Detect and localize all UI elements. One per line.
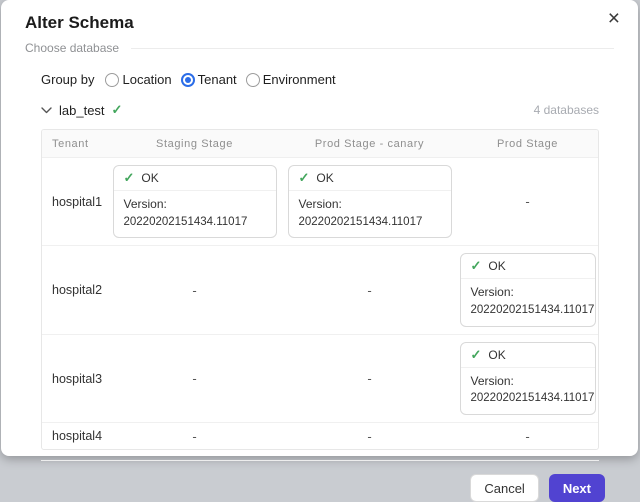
status-label: OK [141, 171, 158, 185]
staging-cell: - [107, 371, 282, 386]
table-row: hospital4 - - - [42, 423, 598, 449]
status-card-body: Version: 20220202151434.11017 [114, 191, 276, 237]
database-group-name: lab_test [59, 103, 105, 118]
check-icon: ✓ [471, 258, 482, 274]
version-value: 20220202151434.11017 [471, 390, 587, 408]
column-header-staging: Staging Stage [107, 138, 282, 150]
group-by-row: Group by Location Tenant Environment [41, 72, 599, 87]
table-row: hospital3 - - ✓ OK Version: 202202021514… [42, 335, 598, 423]
version-label: Version: [471, 372, 587, 391]
modal-subtitle: Choose database [25, 41, 119, 55]
database-count: 4 databases [534, 103, 599, 117]
canary-cell: - [282, 283, 457, 298]
version-value: 20220202151434.11017 [299, 214, 443, 232]
staging-cell: - [107, 429, 282, 444]
staging-cell: ✓ OK Version: 20220202151434.11017 [107, 165, 282, 238]
column-header-canary: Prod Stage - canary [282, 138, 457, 150]
table-header: Tenant Staging Stage Prod Stage - canary… [42, 130, 598, 158]
radio-option-location[interactable]: Location [105, 72, 171, 87]
table-row: hospital2 - - ✓ OK Version: 202202021514… [42, 246, 598, 334]
alter-schema-modal: Alter Schema Choose database × Group by … [1, 0, 638, 456]
close-icon[interactable]: × [608, 8, 620, 29]
check-icon: ✓ [471, 347, 482, 363]
version-label: Version: [124, 195, 268, 214]
status-card-header: ✓ OK [114, 166, 276, 191]
tenant-name: hospital4 [42, 429, 107, 443]
tenant-name: hospital2 [42, 283, 107, 297]
version-value: 20220202151434.11017 [124, 214, 268, 232]
database-group-row: lab_test ✓ 4 databases [41, 102, 599, 118]
check-icon: ✓ [124, 170, 135, 186]
status-card[interactable]: ✓ OK Version: 20220202151434.11017 [460, 253, 596, 326]
radio-icon-environment[interactable] [246, 73, 260, 87]
column-header-tenant: Tenant [42, 138, 107, 150]
modal-content: Group by Location Tenant Environment lab… [1, 72, 638, 461]
chevron-down-icon[interactable] [41, 107, 52, 114]
column-header-prod: Prod Stage [457, 138, 598, 150]
status-card[interactable]: ✓ OK Version: 20220202151434.11017 [113, 165, 277, 238]
version-label: Version: [299, 195, 443, 214]
prod-cell: - [457, 194, 598, 209]
modal-header: Alter Schema Choose database × [1, 0, 638, 55]
database-table: Tenant Staging Stage Prod Stage - canary… [41, 129, 599, 450]
status-card-header: ✓ OK [289, 166, 451, 191]
radio-option-tenant[interactable]: Tenant [181, 72, 237, 87]
page-title: Alter Schema [25, 13, 614, 33]
status-card-body: Version: 20220202151434.11017 [461, 368, 595, 414]
version-value: 20220202151434.11017 [471, 302, 587, 320]
prod-cell: ✓ OK Version: 20220202151434.11017 [457, 342, 598, 415]
tenant-name: hospital3 [42, 372, 107, 386]
radio-option-environment[interactable]: Environment [246, 72, 336, 87]
status-card-body: Version: 20220202151434.11017 [461, 279, 595, 325]
status-card[interactable]: ✓ OK Version: 20220202151434.11017 [460, 342, 596, 415]
subtitle-row: Choose database [25, 41, 614, 55]
radio-label-environment: Environment [263, 72, 336, 87]
prod-cell: ✓ OK Version: 20220202151434.11017 [457, 253, 598, 326]
radio-dot [185, 77, 191, 83]
group-by-label: Group by [41, 72, 94, 87]
canary-cell: - [282, 371, 457, 386]
table-row: hospital1 ✓ OK Version: 20220202151434.1… [42, 158, 598, 246]
radio-icon-tenant-checked[interactable] [181, 73, 195, 87]
staging-cell: - [107, 283, 282, 298]
check-icon: ✓ [299, 170, 310, 186]
modal-footer: Cancel Next [1, 461, 638, 502]
status-label: OK [316, 171, 333, 185]
canary-cell: - [282, 429, 457, 444]
cancel-button[interactable]: Cancel [470, 474, 538, 502]
radio-label-tenant: Tenant [198, 72, 237, 87]
version-label: Version: [471, 283, 587, 302]
header-divider [131, 48, 614, 49]
status-card-body: Version: 20220202151434.11017 [289, 191, 451, 237]
status-label: OK [488, 259, 505, 273]
canary-cell: ✓ OK Version: 20220202151434.11017 [282, 165, 457, 238]
database-group-toggle[interactable]: lab_test ✓ [41, 102, 122, 118]
status-card-header: ✓ OK [461, 343, 595, 368]
radio-label-location: Location [122, 72, 171, 87]
next-button[interactable]: Next [549, 474, 605, 502]
radio-icon-location[interactable] [105, 73, 119, 87]
tenant-name: hospital1 [42, 195, 107, 209]
check-icon: ✓ [112, 102, 123, 118]
status-label: OK [488, 348, 505, 362]
status-card[interactable]: ✓ OK Version: 20220202151434.11017 [288, 165, 452, 238]
status-card-header: ✓ OK [461, 254, 595, 279]
prod-cell: - [457, 429, 598, 444]
